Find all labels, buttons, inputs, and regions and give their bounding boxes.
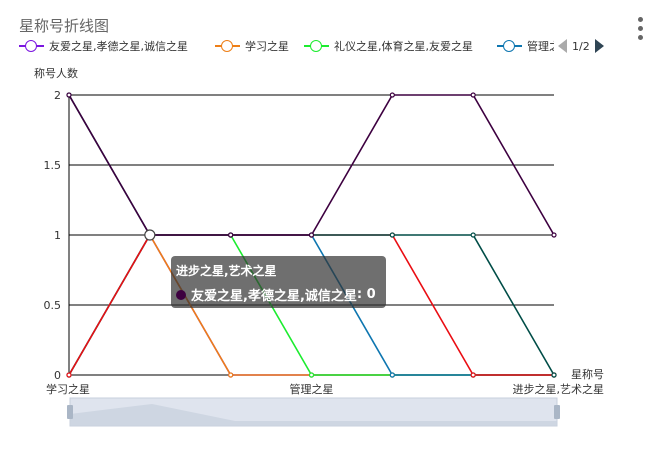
chart-title: 星称号折线图 (19, 17, 110, 35)
axes: 0 0.5 1 1.5 2 学习之星 管理之星 进步之星,艺术之星 (44, 89, 605, 396)
data-point[interactable] (66, 92, 72, 98)
data-point[interactable] (308, 232, 315, 238)
tooltip-value: 0 (366, 287, 376, 302)
legend-line-circle-icon (215, 39, 240, 53)
legend-line-circle-icon (304, 39, 329, 53)
data-point[interactable] (389, 372, 395, 378)
data-point[interactable] (551, 372, 557, 378)
more-options-icon[interactable] (636, 17, 646, 43)
x-axis-title: 星称号 (571, 367, 604, 381)
x-tick-label: 学习之星 (46, 382, 90, 396)
data-point[interactable] (470, 232, 476, 238)
legend-line-circle-icon (19, 39, 44, 53)
data-point[interactable] (470, 372, 476, 378)
data-zoom-handle-left[interactable] (67, 405, 73, 419)
y-tick-label: 2 (54, 89, 61, 102)
data-zoom-handle-right[interactable] (554, 405, 560, 419)
data-point[interactable] (228, 232, 234, 238)
legend-label: 友爱之星,孝德之星,诚信之星 (49, 40, 188, 53)
data-point[interactable] (470, 92, 476, 98)
y-tick-label: 0 (54, 369, 61, 382)
legend-label: 管理之星 (527, 40, 554, 53)
legend-item[interactable]: 学习之星 (215, 38, 289, 54)
legend-next-icon[interactable] (594, 39, 604, 53)
legend-prev-icon[interactable] (558, 39, 567, 53)
y-axis-title: 称号人数 (34, 66, 78, 80)
data-point[interactable] (389, 232, 395, 238)
legend-label: 礼仪之星,体育之星,友爱之星 (334, 40, 473, 53)
legend-pager: 1/2 (558, 38, 604, 54)
tooltip-series-dot (176, 289, 186, 300)
y-tick-label: 1 (54, 229, 61, 242)
data-point[interactable] (389, 92, 395, 98)
line-chart: 0 0.5 1 1.5 2 学习之星 管理之星 进步之星,艺术之星 称号人数 星称号 (34, 66, 605, 427)
legend-item[interactable]: 礼仪之星,体育之星,友爱之星 (304, 38, 473, 54)
highlighted-data-point[interactable] (144, 229, 156, 241)
data-point[interactable] (66, 372, 72, 378)
legend-item[interactable]: 管理之星 (497, 38, 554, 54)
legend: 友爱之星,孝德之星,诚信之星 学习之星 礼仪之星,体育之星,友爱之星 管理之星 (19, 36, 554, 56)
data-zoom-slider[interactable] (67, 397, 560, 427)
legend-page-indicator: 1/2 (572, 39, 590, 53)
legend-line-circle-icon (497, 39, 522, 53)
y-tick-label: 1.5 (44, 159, 62, 172)
data-point[interactable] (308, 372, 315, 378)
x-tick-label: 管理之星 (290, 382, 334, 396)
tooltip-series-name: 友爱之星,孝德之星,诚信之星 (191, 289, 357, 304)
data-point[interactable] (551, 232, 557, 238)
tooltip-title: 进步之星,艺术之星 (176, 264, 277, 278)
legend-label: 学习之星 (245, 40, 289, 53)
legend-item[interactable]: 友爱之星,孝德之星,诚信之星 (19, 38, 188, 54)
data-point[interactable] (228, 372, 234, 378)
chart-tooltip: 进步之星,艺术之星 友爱之星,孝德之星,诚信之星: 0 (171, 256, 386, 308)
x-tick-label: 进步之星,艺术之星 (513, 382, 605, 396)
y-tick-label: 0.5 (44, 299, 62, 312)
